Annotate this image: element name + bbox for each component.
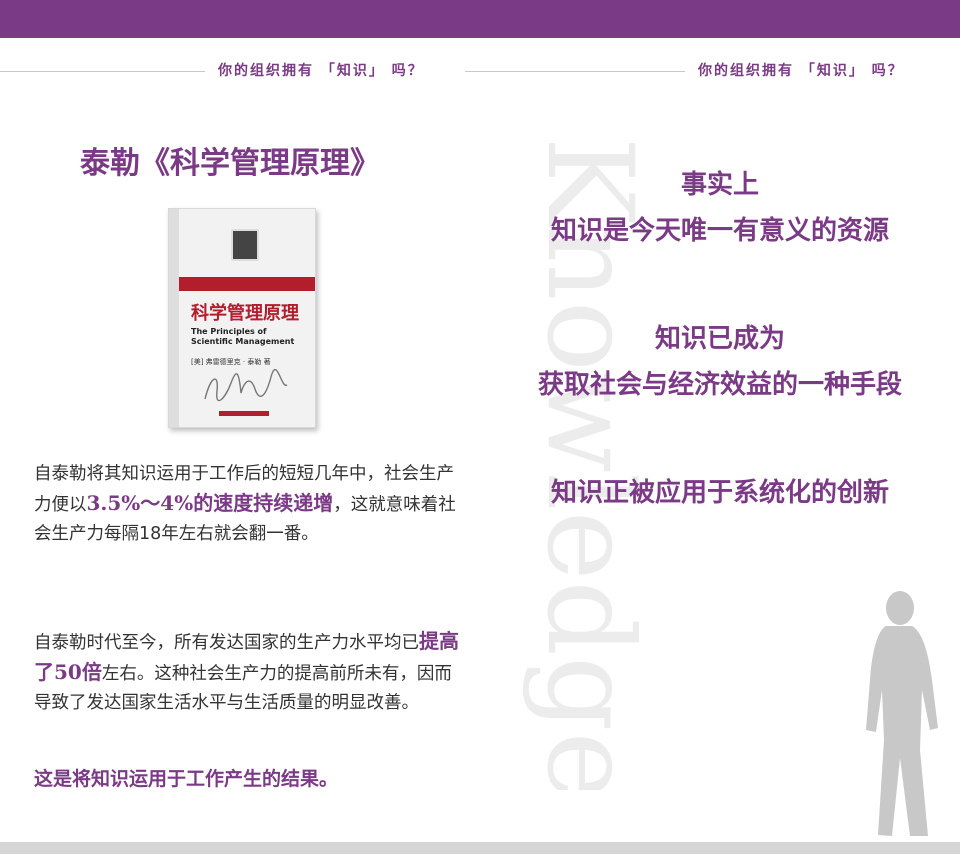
statement-line: 事实上 [680,170,759,200]
divider [0,71,205,72]
bottom-bar [0,842,960,854]
highlight-growth-rate: 3.5%～4%的速度持续递增 [86,491,334,515]
statement-line: 获取社会与经济效益的一种手段 [537,370,902,400]
statement-line: 知识正被应用于系统化的创新 [550,478,889,508]
cover-title-cn: 科学管理原理 [191,303,299,324]
top-banner [0,0,960,38]
para-text: 自泰勒时代至今，所有发达国家的生产力水平均已 [34,633,419,653]
paragraph-productivity-50x: 自泰勒时代至今，所有发达国家的生产力水平均已提高了50倍左右。这种社会生产力的提… [34,627,459,718]
section-caption: 你的组织拥有 「知识」 吗？ [698,63,904,79]
book-spine [169,209,179,427]
book-cover-image: 科学管理原理 The Principles of Scientific Mana… [168,208,316,428]
walking-man-silhouette [866,591,938,836]
divider [465,71,480,72]
statement-line: 知识已成为 [654,324,785,354]
publisher-mark [219,411,269,416]
book-title: 泰勒《科学管理原理》 [80,146,380,181]
cover-title-en: The Principles of Scientific Management [191,327,295,346]
signature-icon [204,369,288,402]
author-portrait [231,229,259,261]
divider [480,71,685,72]
conclusion-text: 这是将知识运用于工作产生的结果。 [34,768,339,790]
section-header-right: 你的组织拥有 「知识」 吗？ [480,60,960,82]
section-caption: 你的组织拥有 「知识」 吗？ [218,63,424,79]
section-header-left: 你的组织拥有 「知识」 吗？ [0,60,480,82]
cover-band [179,277,315,291]
paragraph-productivity-growth: 自泰勒将其知识运用于工作后的短短几年中，社会生产力便以3.5%～4%的速度持续递… [34,460,459,549]
cover-author: [美] 弗雷德里克 · 泰勒 著 [191,358,271,366]
statement-line: 知识是今天唯一有意义的资源 [550,216,889,246]
